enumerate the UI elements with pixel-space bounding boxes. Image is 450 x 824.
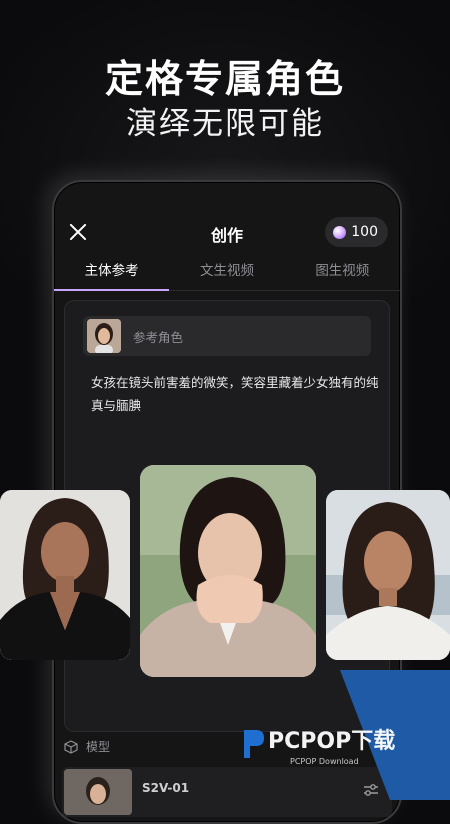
tab-subject-reference[interactable]: 主体参考 xyxy=(54,254,170,291)
gem-icon xyxy=(333,225,347,239)
cube-icon xyxy=(64,739,78,754)
portrait-right xyxy=(326,490,450,660)
tab-bar: 主体参考 文生视频 图生视频 xyxy=(54,254,400,291)
tab-text-to-video[interactable]: 文生视频 xyxy=(169,254,284,290)
model-section-label: 模型 xyxy=(86,740,111,754)
watermark: PCPOP下载 PCPOP Download xyxy=(240,720,440,780)
portrait-left xyxy=(0,490,130,660)
tab-image-to-video[interactable]: 图生视频 xyxy=(285,254,400,290)
promo-subheadline: 演绎无限可能 xyxy=(126,106,324,142)
reference-character-chip[interactable]: 参考角色 xyxy=(83,316,371,356)
model-section-header: 模型 xyxy=(64,738,110,755)
watermark-brand: PCPOP下载 xyxy=(268,728,395,754)
watermark-logo-icon xyxy=(244,730,264,758)
reference-avatar xyxy=(87,319,121,353)
reference-label: 参考角色 xyxy=(133,329,184,345)
credits-value: 100 xyxy=(351,224,378,240)
promo-headline: 定格专属角色 xyxy=(104,57,345,101)
watermark-sub: PCPOP Download xyxy=(290,757,359,766)
prompt-text[interactable]: 女孩在镜头前害羞的微笑，笑容里藏着少女独有的纯真与腼腆 xyxy=(91,371,383,417)
credits-badge[interactable]: 100 xyxy=(325,217,388,247)
portrait-center xyxy=(140,465,316,677)
model-thumbnail xyxy=(64,769,132,815)
model-name: S2V-01 xyxy=(142,781,190,795)
